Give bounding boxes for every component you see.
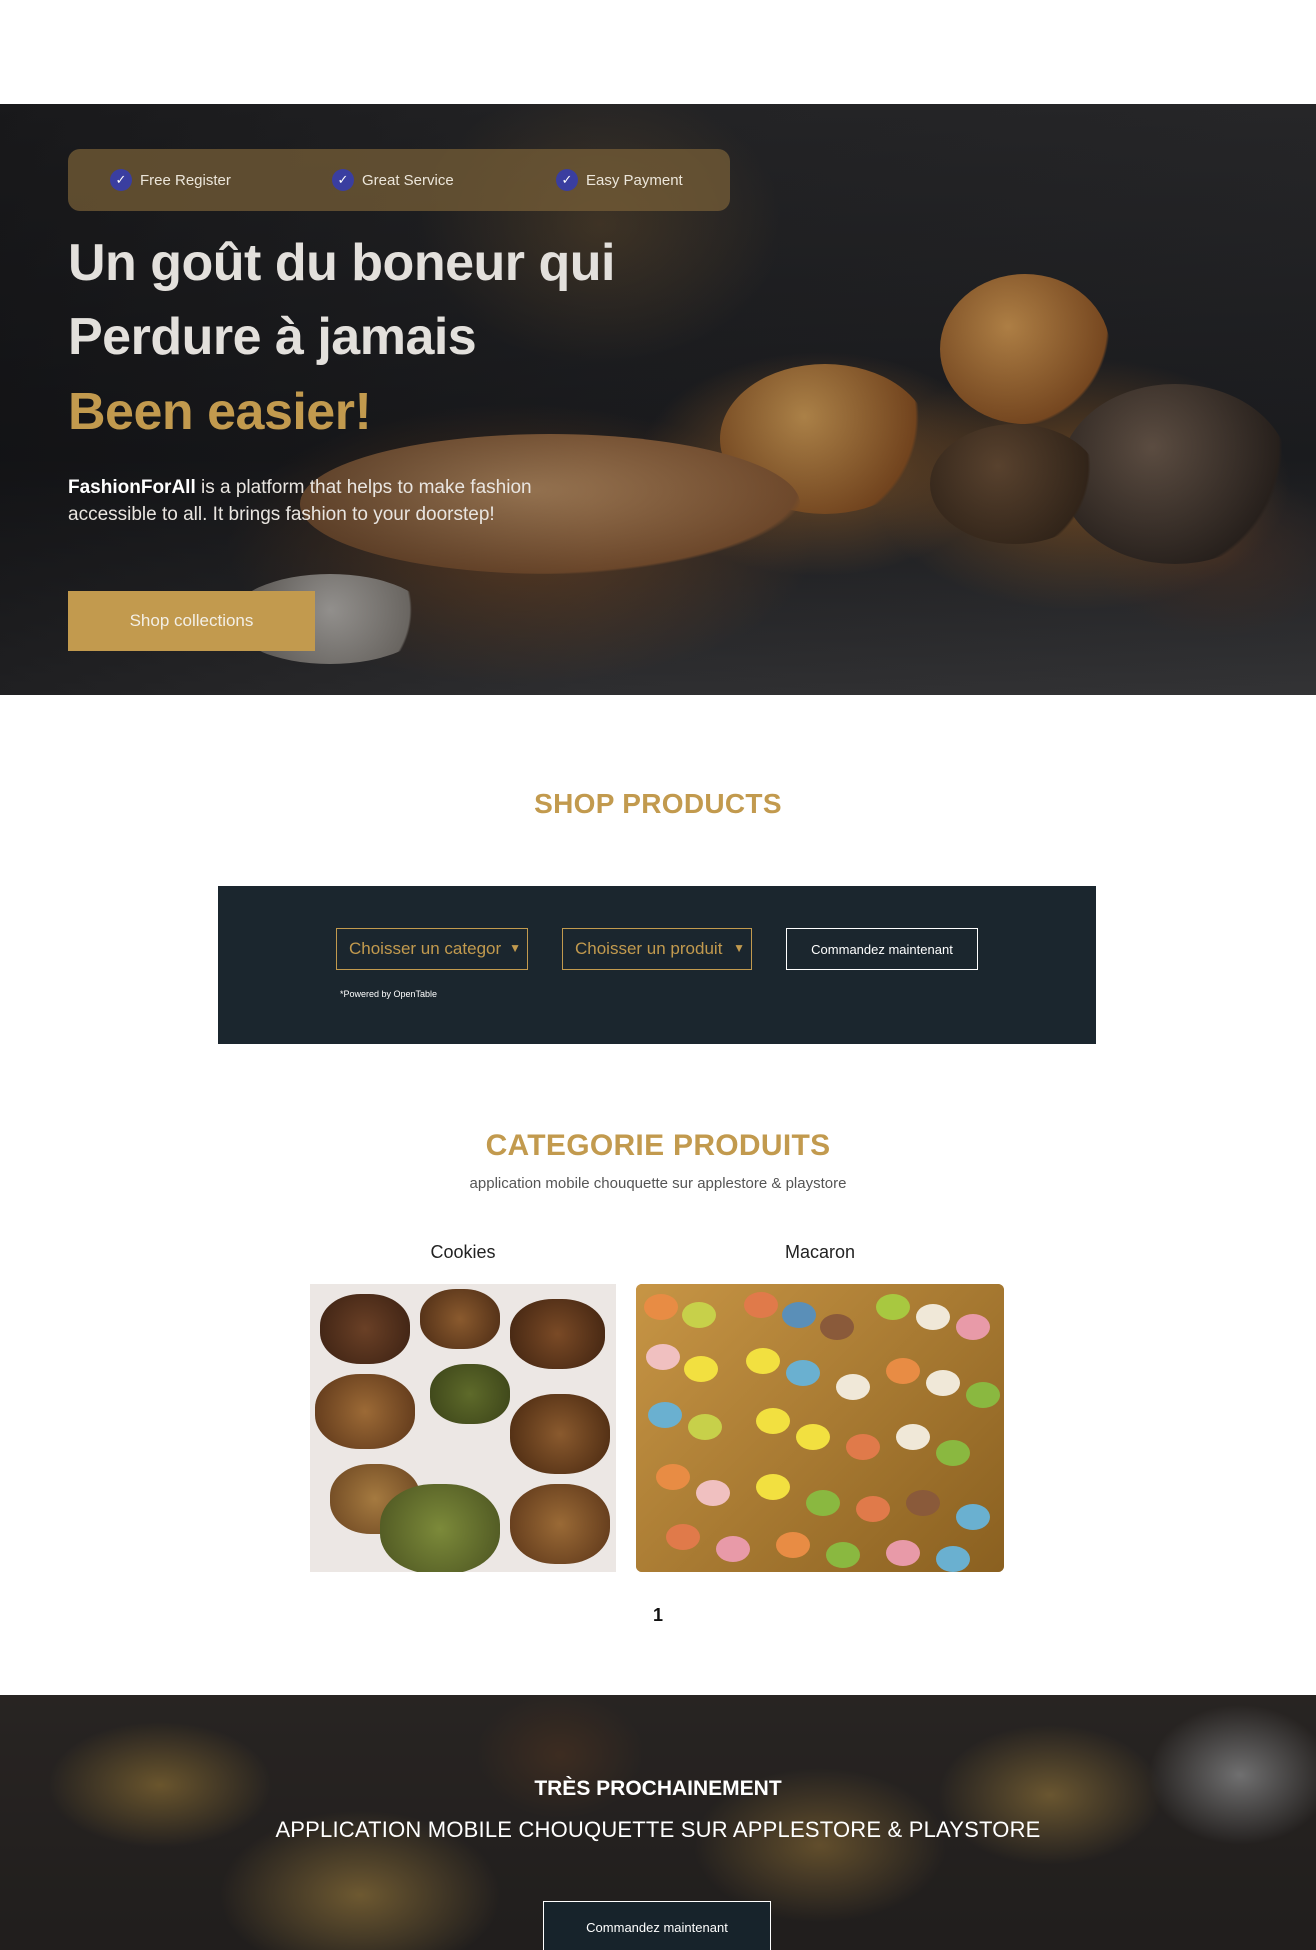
chevron-down-icon: ▼ bbox=[733, 941, 745, 955]
banner-title: TRÈS PROCHAINEMENT bbox=[534, 1777, 782, 1800]
hero-headline-accent: Been easier! bbox=[68, 383, 372, 441]
product-select[interactable]: Choisser un produit ▼ bbox=[562, 928, 752, 970]
shop-collections-button[interactable]: Shop collections bbox=[68, 591, 315, 651]
check-icon: ✓ bbox=[332, 169, 354, 191]
hero-headline-line1: Un goût du boneur qui bbox=[68, 234, 615, 292]
check-icon: ✓ bbox=[110, 169, 132, 191]
banner-subtitle: APPLICATION MOBILE CHOUQUETTE SUR APPLES… bbox=[275, 1817, 1041, 1842]
categories-subtitle: application mobile chouquette sur apples… bbox=[469, 1175, 847, 1192]
hero-lead: FashionForAll is a platform that helps t… bbox=[68, 477, 532, 525]
hero-banner: ✓ Free Register ✓ Great Service ✓ Easy P… bbox=[0, 104, 1316, 695]
category-label-macaron[interactable]: Macaron bbox=[636, 1242, 1004, 1263]
feature-badges: ✓ Free Register ✓ Great Service ✓ Easy P… bbox=[68, 149, 730, 211]
badge-great-service: ✓ Great Service bbox=[332, 149, 454, 211]
powered-by-link[interactable]: *Powered by OpenTable bbox=[340, 989, 437, 999]
brand-name: FashionForAll bbox=[68, 477, 196, 498]
chevron-down-icon: ▼ bbox=[509, 941, 521, 955]
coming-soon-banner: TRÈS PROCHAINEMENT APPLICATION MOBILE CH… bbox=[0, 1695, 1316, 1950]
pagination-current-page[interactable]: 1 bbox=[0, 1605, 1316, 1626]
cookies-image[interactable] bbox=[310, 1284, 616, 1572]
banner-order-button[interactable]: Commandez maintenant bbox=[543, 1901, 771, 1950]
category-select[interactable]: Choisser un categor ▼ bbox=[336, 928, 528, 970]
check-icon: ✓ bbox=[556, 169, 578, 191]
order-widget: Choisser un categor ▼ Choisser un produi… bbox=[218, 886, 1096, 1044]
category-label-cookies[interactable]: Cookies bbox=[310, 1242, 616, 1263]
badge-easy-payment: ✓ Easy Payment bbox=[556, 149, 683, 211]
macaron-image[interactable] bbox=[636, 1284, 1004, 1572]
shop-products-title: SHOP PRODUCTS bbox=[534, 788, 782, 819]
order-now-button[interactable]: Commandez maintenant bbox=[786, 928, 978, 970]
hero-headline-line2: Perdure à jamais bbox=[68, 308, 477, 366]
categories-title: CATEGORIE PRODUITS bbox=[485, 1129, 831, 1162]
badge-free-register: ✓ Free Register bbox=[110, 149, 231, 211]
